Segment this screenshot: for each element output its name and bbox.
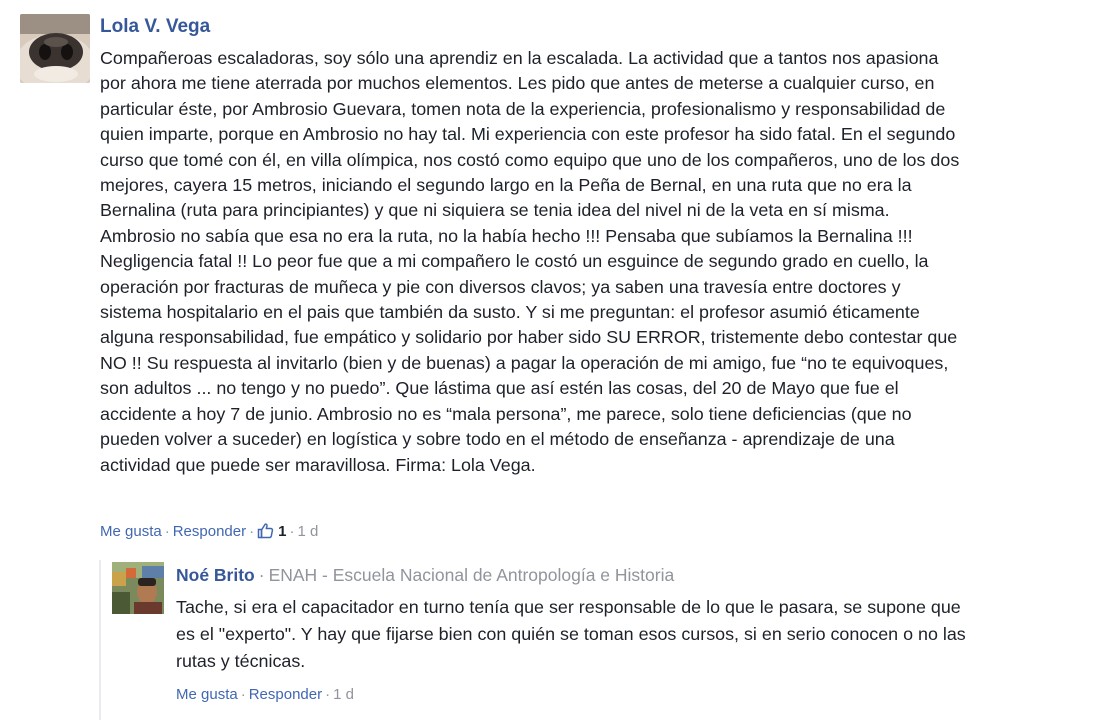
reply-header: Noé Brito · ENAH - Escuela Nacional de Ant…	[176, 563, 674, 587]
reply-thread-rail	[99, 560, 101, 720]
dog-nose-avatar-image	[20, 14, 90, 83]
comment-line: Compañeroas escaladoras, soy sólo una ap…	[100, 48, 939, 68]
separator-dot: ·	[164, 523, 170, 540]
timestamp[interactable]: 1 d	[297, 523, 318, 540]
comment-line: operación por fracturas de muñeca y pie …	[100, 276, 901, 297]
reply-link[interactable]: Responder	[249, 686, 322, 703]
reply-line: es el "experto". Y hay que fijarse bien …	[176, 624, 966, 644]
comment-actions: Me gusta · Responder · 1 · 1 d	[100, 521, 318, 546]
separator-dot: ·	[258, 565, 265, 585]
reply-author-name[interactable]: Noé Brito	[176, 565, 255, 585]
comment-line: actividad que puede ser maravillosa. Fir…	[100, 454, 536, 475]
comment-line: particular éste, por Ambrosio Guevara, t…	[100, 98, 946, 119]
comment-line: NO !! Su respuesta al invitarlo (bien y …	[100, 352, 949, 373]
reply-line: Tache, si era el capacitador en turno te…	[176, 597, 961, 617]
comment-line: Ambrosio no sabía que esa no era la ruta…	[100, 225, 913, 246]
comment-line: mejores, cayera 15 metros, iniciando el …	[100, 175, 912, 196]
separator-dot: ·	[240, 686, 246, 703]
reply-line: rutas y técnicas.	[176, 651, 306, 671]
thumbs-up-icon[interactable]	[257, 522, 274, 546]
like-link[interactable]: Me gusta	[176, 686, 238, 703]
comment-line: Bernalina (ruta para principiantes) y qu…	[100, 200, 890, 221]
comment-line: son adultos ... no tengo y no puedo”. Qu…	[100, 378, 899, 399]
separator-dot: ·	[325, 686, 331, 703]
comment-line: alguna responsabilidad, fue empático y s…	[100, 327, 958, 348]
reply-body: Tache, si era el capacitador en turno te…	[176, 594, 1076, 675]
comment-line: por ahora me tiene aterrada por muchos e…	[100, 73, 935, 94]
separator-dot: ·	[249, 523, 255, 540]
avatar[interactable]	[20, 14, 90, 83]
comment-line: accidente a hoy 7 de junio. Ambrosio no …	[100, 403, 912, 424]
reply-avatar[interactable]	[112, 562, 164, 614]
reply-link[interactable]: Responder	[173, 523, 246, 540]
like-count[interactable]: 1	[278, 523, 286, 540]
comment-line: quien imparte, porque en Ambrosio no hay…	[100, 124, 956, 145]
reply-actions: Me gusta · Responder · 1 d	[176, 684, 354, 706]
comment-line: curso que tomé con él, en villa olímpica…	[100, 149, 960, 170]
like-link[interactable]: Me gusta	[100, 523, 162, 540]
separator-dot: ·	[289, 523, 295, 540]
reply-author-organization[interactable]: ENAH - Escuela Nacional de Antropología …	[269, 565, 675, 585]
comment-line: pueden volver a suceder) en logística y …	[100, 429, 895, 450]
person-photo-avatar-image	[112, 562, 164, 614]
comment-author-name[interactable]: Lola V. Vega	[100, 14, 210, 40]
comment-line: sistema hospitalario en el pais que tamb…	[100, 302, 920, 323]
comment-body: Compañeroas escaladoras, soy sólo una ap…	[100, 46, 1075, 478]
timestamp[interactable]: 1 d	[333, 686, 354, 703]
comment-line: Negligencia fatal !! Lo peor fue que a m…	[100, 251, 929, 272]
